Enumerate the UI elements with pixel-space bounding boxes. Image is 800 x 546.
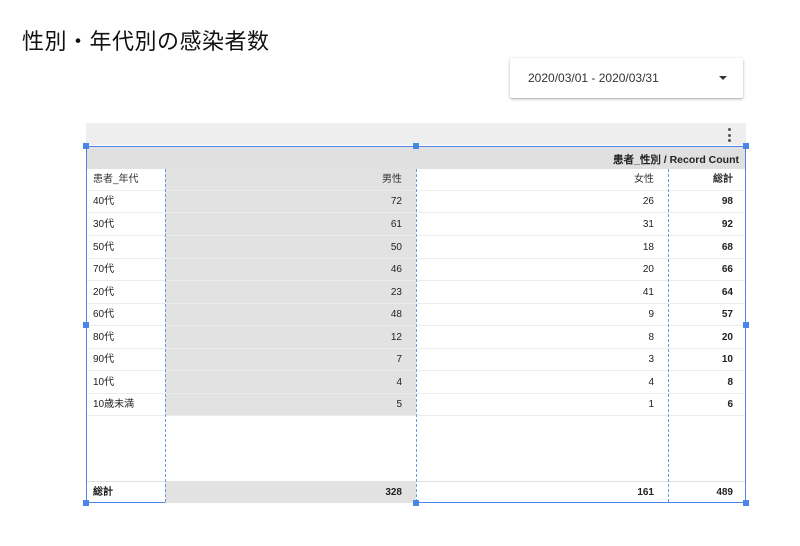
row-total: 6 — [727, 399, 733, 410]
resize-handle-bottom-left[interactable] — [83, 500, 89, 506]
resize-handle-right[interactable] — [743, 322, 749, 328]
resize-handle-bottom[interactable] — [413, 500, 419, 506]
resize-handle-top-right[interactable] — [743, 143, 749, 149]
row-female: 31 — [642, 219, 654, 230]
row-total: 66 — [721, 264, 733, 275]
grand-total-total: 489 — [716, 487, 733, 498]
row-male: 46 — [390, 264, 402, 275]
col-header-age[interactable]: 患者_年代 — [93, 169, 139, 191]
row-total: 8 — [727, 377, 733, 388]
column-divider — [668, 169, 669, 502]
row-male: 50 — [390, 242, 402, 253]
resize-handle-top[interactable] — [413, 143, 419, 149]
row-total: 68 — [721, 242, 733, 253]
row-total: 98 — [721, 196, 733, 207]
column-divider — [416, 169, 417, 502]
row-female: 20 — [642, 264, 654, 275]
row-female: 4 — [648, 377, 654, 388]
grand-total-female: 161 — [637, 487, 654, 498]
row-age: 30代 — [93, 219, 115, 230]
page-title: 性別・年代別の感染者数 — [22, 30, 270, 55]
row-female: 1 — [648, 399, 654, 410]
row-age: 10代 — [93, 377, 115, 388]
grand-total-male: 328 — [385, 487, 402, 498]
more-options-icon[interactable] — [726, 128, 732, 142]
row-age: 40代 — [93, 196, 115, 207]
row-male: 23 — [390, 287, 402, 298]
resize-handle-bottom-right[interactable] — [743, 500, 749, 506]
row-male: 48 — [390, 309, 402, 320]
row-age: 10歳未満 — [93, 399, 135, 410]
row-female: 9 — [648, 309, 654, 320]
row-female: 41 — [642, 287, 654, 298]
dropdown-caret-icon — [719, 76, 727, 80]
grand-total-label: 総計 — [93, 487, 113, 498]
date-range-picker[interactable]: 2020/03/01 - 2020/03/31 — [510, 58, 743, 98]
pivot-header: 患者_性別 / Record Count — [87, 147, 745, 169]
col-header-total[interactable]: 総計 — [669, 169, 747, 191]
row-total: 10 — [721, 354, 733, 365]
column-divider — [165, 169, 166, 502]
row-total: 92 — [721, 219, 733, 230]
row-age: 20代 — [93, 287, 115, 298]
pivot-table[interactable]: 患者_性別 / Record Count 患者_年代 男性 女性 総計 40代 … — [86, 146, 746, 503]
row-male: 72 — [390, 196, 402, 207]
row-male: 12 — [390, 332, 402, 343]
row-female: 3 — [648, 354, 654, 365]
row-age: 70代 — [93, 264, 115, 275]
row-female: 8 — [648, 332, 654, 343]
row-male: 7 — [396, 354, 402, 365]
col-header-male[interactable]: 男性 — [165, 169, 416, 191]
resize-handle-left[interactable] — [83, 322, 89, 328]
row-age: 80代 — [93, 332, 115, 343]
row-female: 26 — [642, 196, 654, 207]
row-male: 61 — [390, 219, 402, 230]
row-age: 50代 — [93, 242, 115, 253]
row-total: 20 — [721, 332, 733, 343]
row-male: 4 — [396, 377, 402, 388]
row-total: 64 — [721, 287, 733, 298]
row-male: 5 — [396, 399, 402, 410]
row-age: 90代 — [93, 354, 115, 365]
chart-header-bar — [86, 123, 746, 145]
pivot-header-label: 患者_性別 / Record Count — [612, 154, 739, 166]
resize-handle-top-left[interactable] — [83, 143, 89, 149]
col-header-female[interactable]: 女性 — [417, 169, 668, 191]
row-age: 60代 — [93, 309, 115, 320]
row-female: 18 — [642, 242, 654, 253]
row-total: 57 — [721, 309, 733, 320]
date-range-value: 2020/03/01 - 2020/03/31 — [528, 71, 659, 85]
